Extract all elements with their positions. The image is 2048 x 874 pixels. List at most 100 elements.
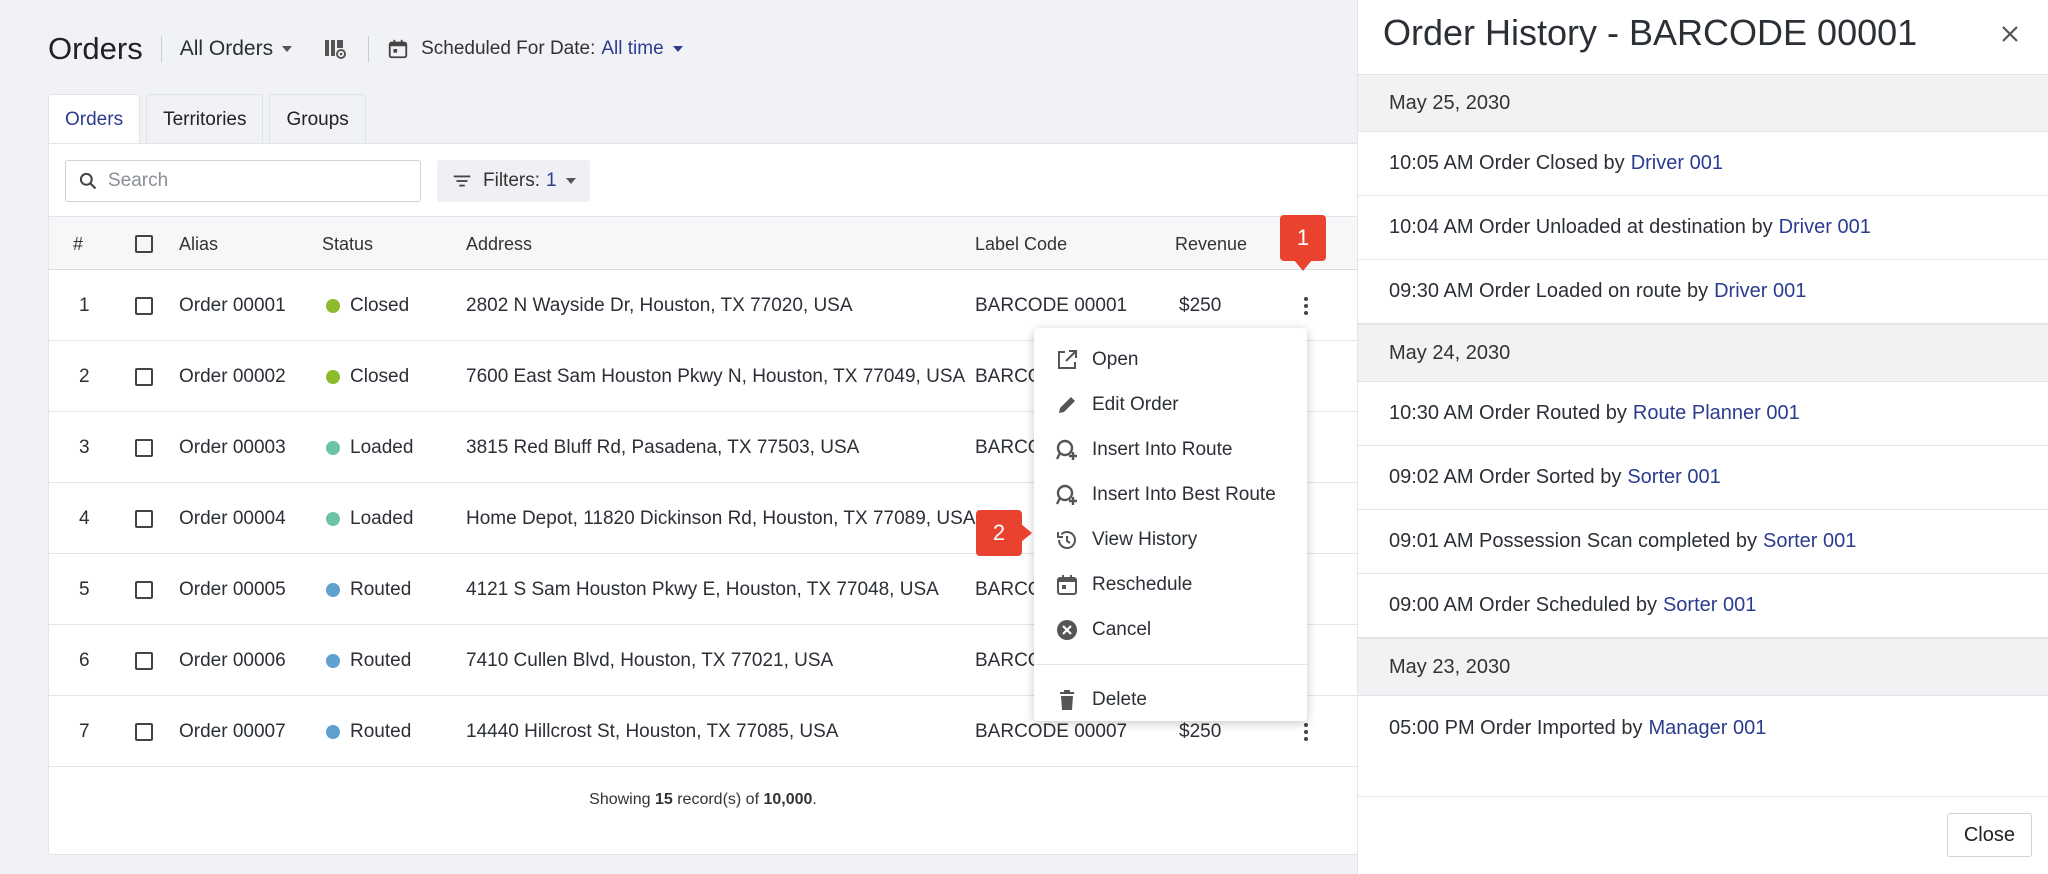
menu-item-insert-into-best-route[interactable]: Insert Into Best Route xyxy=(1034,472,1307,517)
menu-item-insert-into-route[interactable]: Insert Into Route xyxy=(1034,427,1307,472)
menu-item-reschedule[interactable]: Reschedule xyxy=(1034,562,1307,607)
view-select-label: All Orders xyxy=(179,37,274,60)
history-actor-link[interactable]: Driver 001 xyxy=(1779,216,1871,239)
order-address: 2802 N Wayside Dr, Houston, TX 77020, US… xyxy=(466,294,853,316)
row-checkbox[interactable] xyxy=(135,625,153,696)
history-actor-link[interactable]: Manager 001 xyxy=(1648,717,1766,740)
history-actor-link[interactable]: Sorter 001 xyxy=(1663,594,1756,617)
order-alias: Order 00005 xyxy=(179,578,286,600)
table-toolbar: Filters: 1 xyxy=(65,160,590,202)
more-vertical-icon xyxy=(1294,722,1318,741)
step-callout-1: 1 xyxy=(1280,215,1326,271)
history-entry: 09:02 AM Order Sorted by Sorter 001 xyxy=(1358,446,2048,510)
step-callout-2: 2 xyxy=(976,510,1032,556)
view-select[interactable]: All Orders xyxy=(179,37,293,61)
columns-gear-icon xyxy=(325,40,347,59)
filters-label: Filters: xyxy=(483,170,540,191)
menu-item-label: Open xyxy=(1092,348,1139,370)
open-external-icon xyxy=(1054,347,1080,373)
checkbox-box xyxy=(135,509,153,528)
status-label: Routed xyxy=(350,578,412,600)
column-header-alias[interactable]: Alias xyxy=(179,217,218,271)
menu-item-open[interactable]: Open xyxy=(1034,337,1307,382)
status-badge: Closed xyxy=(326,341,409,412)
menu-item-edit-order[interactable]: Edit Order xyxy=(1034,382,1307,427)
history-actor-link[interactable]: Driver 001 xyxy=(1714,280,1806,303)
menu-item-view-history[interactable]: View History xyxy=(1034,517,1307,562)
date-filter-value: All time xyxy=(601,38,664,59)
history-actor-link[interactable]: Route Planner 001 xyxy=(1633,402,1800,425)
column-header-address[interactable]: Address xyxy=(466,217,532,271)
pencil-icon xyxy=(1054,392,1080,418)
records-middle: record(s) of xyxy=(677,791,760,808)
close-icon[interactable] xyxy=(1998,22,2022,46)
menu-item-label: Reschedule xyxy=(1092,573,1193,595)
history-date-header: May 24, 2030 xyxy=(1358,324,2048,382)
filter-icon xyxy=(453,175,471,187)
row-number: 4 xyxy=(79,507,90,529)
row-context-menu: Open Edit Order Insert Into Route Insert… xyxy=(1034,328,1307,721)
records-shown: 15 xyxy=(654,791,673,808)
column-header-number: # xyxy=(73,233,84,254)
row-number: 6 xyxy=(79,649,90,671)
order-address: Home Depot, 11820 Dickinson Rd, Houston,… xyxy=(466,507,976,529)
tab-territories[interactable]: Territories xyxy=(146,94,264,144)
history-icon xyxy=(1054,527,1080,553)
row-checkbox[interactable] xyxy=(135,554,153,625)
row-checkbox[interactable] xyxy=(135,483,153,554)
select-all-checkbox[interactable] xyxy=(135,217,153,271)
checkbox-box xyxy=(135,651,153,670)
status-dot xyxy=(326,653,340,668)
status-label: Closed xyxy=(350,365,410,387)
order-alias: Order 00007 xyxy=(179,720,286,742)
column-header-status[interactable]: Status xyxy=(322,217,373,271)
history-entry-text: 09:30 AM Order Loaded on route by xyxy=(1389,280,1709,302)
history-actor-link[interactable]: Sorter 001 xyxy=(1627,466,1720,489)
table-header: # Alias Status Address Label Code Revenu… xyxy=(49,216,1357,270)
row-checkbox[interactable] xyxy=(135,412,153,483)
records-total: 10,000 xyxy=(763,791,813,808)
column-header-label-code[interactable]: Label Code xyxy=(975,217,1067,271)
row-number: 3 xyxy=(79,436,90,458)
history-entry-text: 09:00 AM Order Scheduled by xyxy=(1389,594,1657,616)
search-box[interactable] xyxy=(65,160,421,202)
history-actor-link[interactable]: Sorter 001 xyxy=(1763,530,1856,553)
history-entry-text: 10:05 AM Order Closed by xyxy=(1389,152,1625,174)
insert-route-icon xyxy=(1054,437,1080,463)
close-button[interactable]: Close xyxy=(1946,813,2032,857)
column-header-revenue[interactable]: Revenue xyxy=(1175,217,1247,271)
status-dot xyxy=(326,582,340,597)
status-dot xyxy=(326,369,340,384)
row-checkbox[interactable] xyxy=(135,696,153,767)
label-code: BARCO xyxy=(975,649,1043,671)
checkbox-box xyxy=(135,722,153,741)
history-date-header: May 25, 2030 xyxy=(1358,74,2048,132)
menu-item-label: Edit Order xyxy=(1092,393,1179,415)
search-input[interactable] xyxy=(108,170,388,192)
tab-orders[interactable]: Orders xyxy=(48,94,141,145)
date-filter[interactable]: Scheduled For Date: All time xyxy=(387,38,683,60)
history-entry-text: 05:00 PM Order Imported by xyxy=(1389,716,1643,739)
order-history-panel: Order History - BARCODE 00001 May 25, 20… xyxy=(1357,0,2048,874)
history-entry-text: 09:01 AM Possession Scan completed by xyxy=(1389,530,1757,552)
status-dot xyxy=(326,440,340,455)
history-entry: 09:30 AM Order Loaded on route by Driver… xyxy=(1358,260,2048,324)
row-checkbox[interactable] xyxy=(135,341,153,412)
label-code: BARCO xyxy=(975,365,1043,387)
tab-bar: Orders Territories Groups xyxy=(48,94,372,145)
order-alias: Order 00006 xyxy=(179,649,286,671)
menu-item-label: Insert Into Best Route xyxy=(1092,483,1276,505)
status-label: Closed xyxy=(350,294,410,316)
filters-button[interactable]: Filters: 1 xyxy=(437,160,590,202)
tab-groups[interactable]: Groups xyxy=(269,94,366,144)
row-checkbox[interactable] xyxy=(135,270,153,341)
insert-best-route-icon xyxy=(1054,482,1080,508)
status-label: Routed xyxy=(350,720,412,742)
column-settings-button[interactable] xyxy=(320,34,350,64)
panel-footer: Close xyxy=(1358,796,2048,874)
menu-item-cancel[interactable]: Cancel xyxy=(1034,607,1307,652)
status-badge: Routed xyxy=(326,554,411,625)
history-actor-link[interactable]: Driver 001 xyxy=(1631,152,1723,175)
status-badge: Closed xyxy=(326,270,409,341)
menu-item-delete[interactable]: Delete xyxy=(1034,677,1307,722)
